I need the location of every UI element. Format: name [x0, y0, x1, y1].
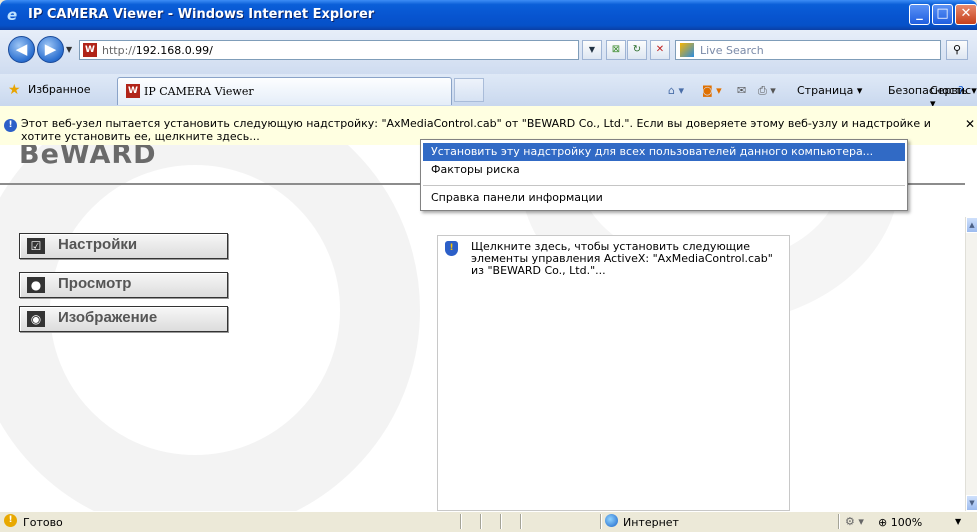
zoom-level[interactable]: ⊕ 100% [878, 516, 922, 529]
recent-pages-dropdown-icon[interactable]: ▼ [66, 45, 72, 54]
print-icon[interactable]: ⎙ ▾ [758, 84, 776, 98]
minimize-button[interactable]: _ [909, 4, 930, 25]
activex-install-prompt[interactable]: Щелкните здесь, чтобы установить следующ… [471, 241, 781, 277]
ie-icon: e [7, 6, 18, 24]
tab-label: IP CAMERA Viewer [144, 85, 254, 98]
address-dropdown-icon[interactable]: ▼ [582, 40, 602, 60]
mail-icon[interactable]: ✉ [737, 84, 746, 97]
warning-icon: ! [4, 514, 17, 527]
page-menu[interactable]: Страница ▾ [797, 84, 862, 97]
menu-item-install-addon[interactable]: Установить эту надстройку для всех польз… [423, 143, 905, 161]
compatibility-icon[interactable]: ⊠ [606, 40, 626, 60]
info-shield-icon: ! [4, 119, 17, 132]
close-button[interactable]: ✕ [955, 4, 977, 25]
camera-icon: ◉ [27, 311, 45, 327]
menu-separator [423, 185, 905, 186]
status-separator [460, 514, 462, 529]
address-toolbar: ◀ ▶ ▼ W http://192.168.0.99/ ▼ ⊠ ↻ ✕ Liv… [0, 30, 977, 74]
tab-ip-camera-viewer[interactable]: W IP CAMERA Viewer [117, 77, 452, 105]
menu-settings-label: Настройки [58, 236, 138, 253]
back-button[interactable]: ◀ [8, 36, 35, 63]
status-text: Готово [23, 516, 63, 529]
protected-mode-icon[interactable]: ⚙ ▾ [845, 515, 864, 528]
vertical-scrollbar[interactable]: ▲ ▼ [965, 217, 977, 511]
maximize-button[interactable]: □ [932, 4, 953, 25]
menu-settings-button[interactable]: ☑ Настройки [19, 233, 228, 259]
stop-icon[interactable]: ✕ [650, 40, 670, 60]
scroll-down-icon[interactable]: ▼ [966, 495, 977, 511]
menu-view-button[interactable]: ● Просмотр [19, 272, 228, 298]
status-bar: ! Готово Интернет ⚙ ▾ ⊕ 100% ▼ [0, 511, 977, 532]
refresh-icon[interactable]: ↻ [627, 40, 647, 60]
menu-item-risk-factors[interactable]: Факторы риска [423, 161, 905, 179]
status-separator [520, 514, 522, 529]
chevron-down-icon[interactable]: ▼ [955, 517, 961, 526]
user-icon: ● [27, 277, 45, 293]
menu-item-infobar-help[interactable]: Справка панели информации [423, 189, 905, 207]
live-search-icon [680, 43, 694, 57]
search-icon[interactable]: ⚲ [946, 40, 968, 60]
scroll-up-icon[interactable]: ▲ [966, 217, 977, 233]
security-zone[interactable]: Интернет [623, 516, 679, 529]
status-separator [838, 514, 840, 529]
beward-logo: BeWARD [19, 145, 157, 170]
globe-icon [605, 514, 618, 527]
title-bar[interactable]: e IP CAMERA Viewer - Windows Internet Ex… [0, 0, 977, 30]
feeds-icon[interactable]: ◙ ▾ [702, 84, 722, 97]
checkbox-icon: ☑ [27, 238, 45, 254]
close-icon[interactable]: ✕ [965, 117, 975, 131]
infobar-context-menu: Установить эту надстройку для всех польз… [420, 139, 908, 211]
status-separator [600, 514, 602, 529]
menu-image-label: Изображение [58, 309, 158, 326]
favorites-star-icon[interactable]: ★ [8, 82, 21, 98]
address-input[interactable]: W http://192.168.0.99/ [79, 40, 579, 60]
shield-icon: ! [445, 241, 458, 256]
site-favicon-icon: W [83, 43, 97, 57]
address-text: http://192.168.0.99/ [102, 44, 213, 57]
tab-toolbar: ★ Избранное W IP CAMERA Viewer ⌂ ▾ ◙ ▾ ✉… [0, 74, 977, 110]
window-title: IP CAMERA Viewer - Windows Internet Expl… [28, 7, 375, 22]
new-tab-button[interactable] [454, 78, 484, 102]
help-icon[interactable]: ? [958, 84, 964, 97]
status-separator [480, 514, 482, 529]
activex-placeholder[interactable]: ! Щелкните здесь, чтобы установить следу… [437, 235, 790, 511]
menu-view-label: Просмотр [58, 275, 132, 292]
tab-favicon-icon: W [126, 84, 140, 98]
search-placeholder: Live Search [700, 44, 764, 57]
home-icon[interactable]: ⌂ ▾ [668, 84, 684, 97]
favorites-button[interactable]: Избранное [28, 83, 90, 96]
menu-image-button[interactable]: ◉ Изображение [19, 306, 228, 332]
status-separator [500, 514, 502, 529]
search-input[interactable]: Live Search [675, 40, 941, 60]
forward-button[interactable]: ▶ [37, 36, 64, 63]
